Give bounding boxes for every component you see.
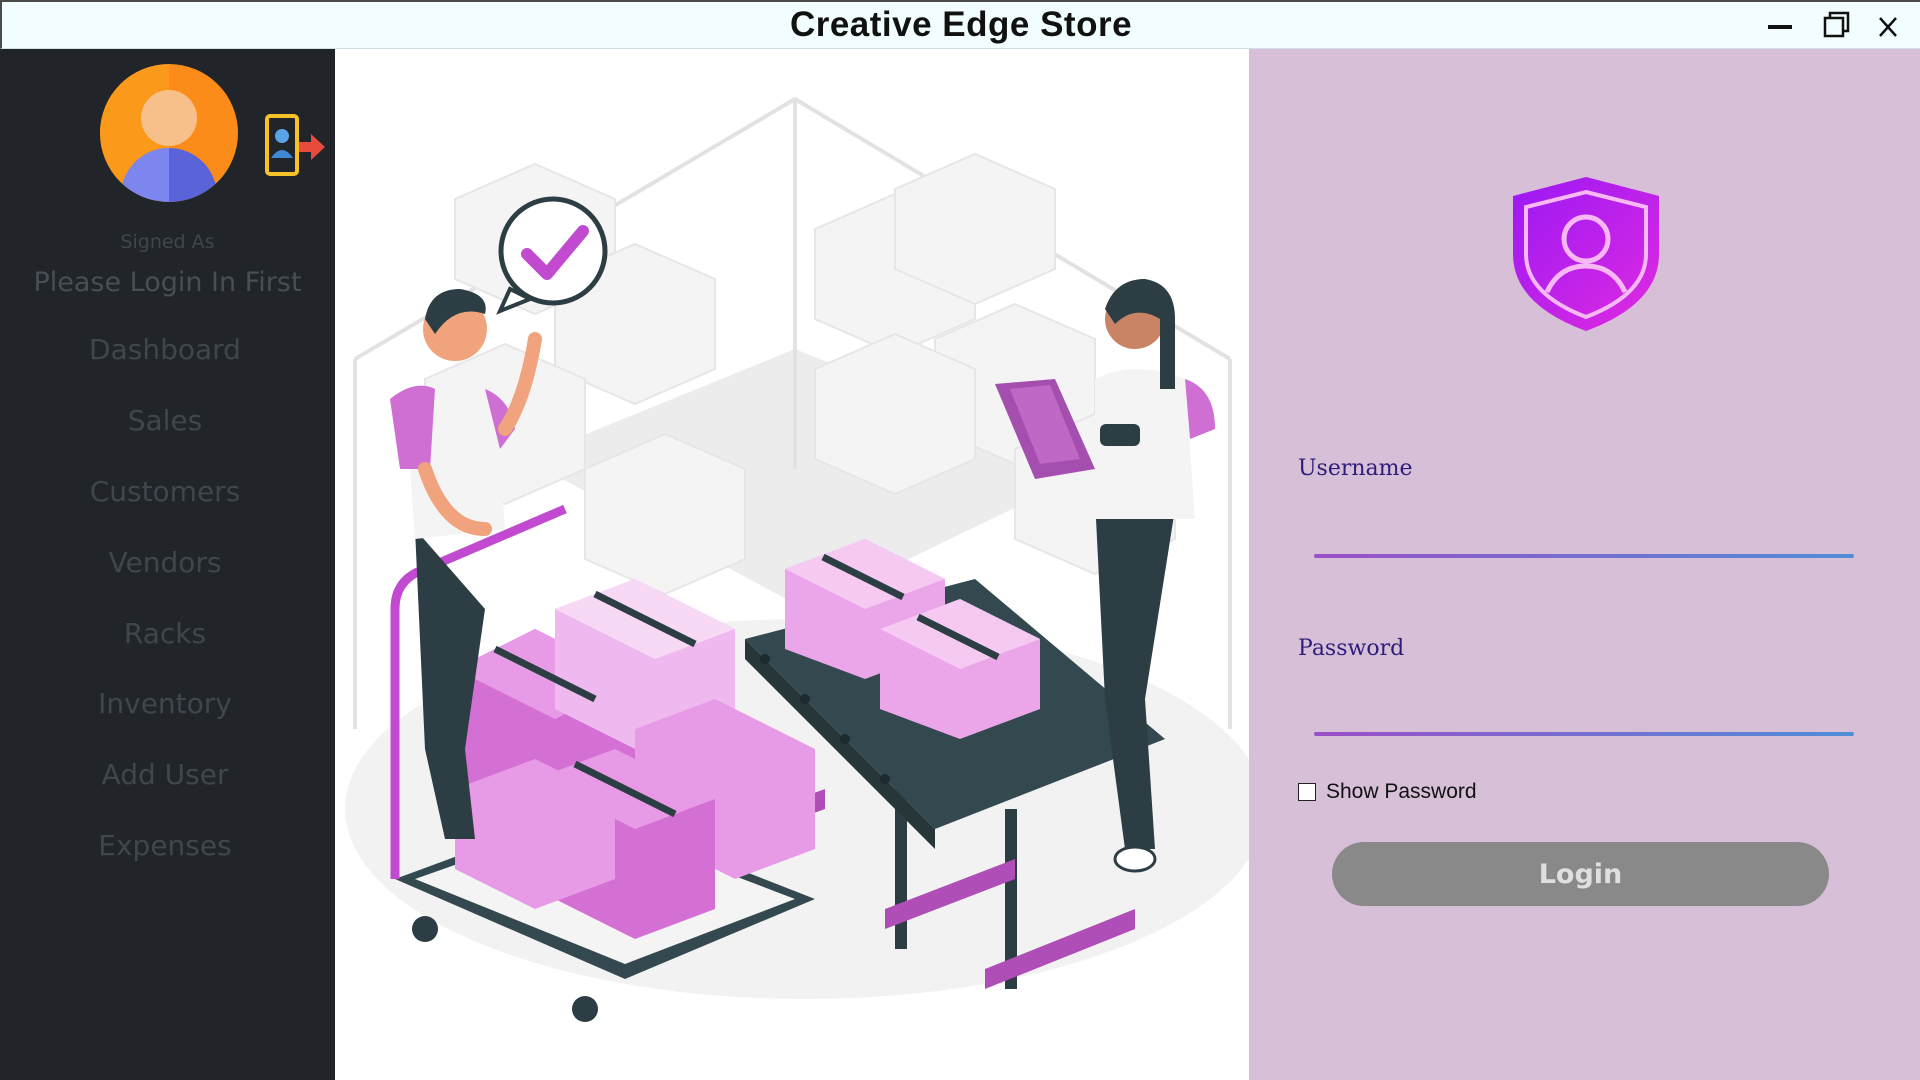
warehouse-illustration	[335, 49, 1249, 1080]
password-input[interactable]	[1314, 687, 1862, 727]
close-icon	[1879, 17, 1897, 37]
user-avatar-icon	[100, 64, 238, 202]
signed-as-label: Signed As	[120, 231, 215, 253]
sidebar-item-add-user[interactable]: Add User	[0, 758, 330, 791]
close-button[interactable]	[1868, 8, 1908, 44]
login-panel: Username Password Show Password Login	[1249, 49, 1920, 1080]
password-underline	[1314, 732, 1854, 736]
username-label: Username	[1298, 456, 1413, 481]
sidebar-item-inventory[interactable]: Inventory	[0, 687, 330, 720]
sidebar-item-expenses[interactable]: Expenses	[0, 829, 330, 862]
sidebar-item-customers[interactable]: Customers	[0, 475, 330, 508]
login-button[interactable]: Login	[1332, 842, 1829, 906]
warehouse-illustration-image	[345, 96, 1249, 1022]
sidebar-item-racks[interactable]: Racks	[0, 617, 330, 650]
maximize-icon	[1823, 11, 1850, 38]
minimize-icon	[1768, 25, 1792, 29]
app-window: Creative Edge Store Signed As Please Log…	[0, 0, 1920, 1080]
username-input[interactable]	[1314, 509, 1862, 549]
logout-icon	[265, 114, 325, 176]
login-status-text: Please Login In First	[33, 267, 302, 298]
sidebar-item-sales[interactable]: Sales	[0, 404, 330, 437]
sidebar-item-vendors[interactable]: Vendors	[0, 546, 330, 579]
show-password-toggle[interactable]: Show Password	[1298, 777, 1477, 807]
logout-button[interactable]	[263, 114, 327, 178]
password-label: Password	[1298, 636, 1405, 661]
sidebar-item-dashboard[interactable]: Dashboard	[0, 333, 330, 366]
app-title: Creative Edge Store	[789, 5, 1133, 44]
user-shield-icon	[1513, 177, 1659, 331]
show-password-label: Show Password	[1326, 780, 1477, 803]
title-bar: Creative Edge Store	[0, 0, 1920, 49]
show-password-checkbox[interactable]	[1298, 783, 1316, 801]
sidebar: Signed As Please Login In First Dashboar…	[0, 49, 335, 1080]
minimize-button[interactable]	[1760, 8, 1800, 44]
maximize-button[interactable]	[1815, 8, 1855, 44]
username-underline	[1314, 554, 1854, 558]
